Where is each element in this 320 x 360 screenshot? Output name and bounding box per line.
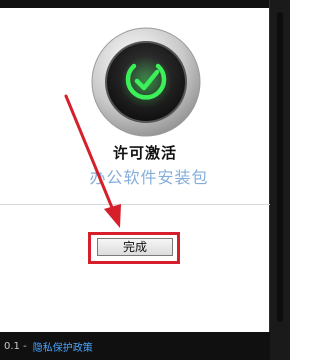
scrollbar[interactable]	[269, 0, 290, 360]
divider	[0, 204, 270, 205]
window-top-bar	[0, 0, 270, 8]
watermark-text: 办公软件安装包	[89, 168, 209, 187]
page-title: 许可激活	[112, 144, 177, 162]
version-text: 0.1 -	[4, 340, 27, 352]
privacy-policy-link[interactable]: 隐私保护政策	[33, 339, 93, 354]
done-button[interactable]: 完成	[97, 238, 173, 256]
scrollbar-thumb[interactable]	[277, 12, 283, 322]
footer-bar: 0.1 - 隐私保护政策	[0, 332, 270, 360]
license-activated-check-icon	[91, 27, 201, 137]
